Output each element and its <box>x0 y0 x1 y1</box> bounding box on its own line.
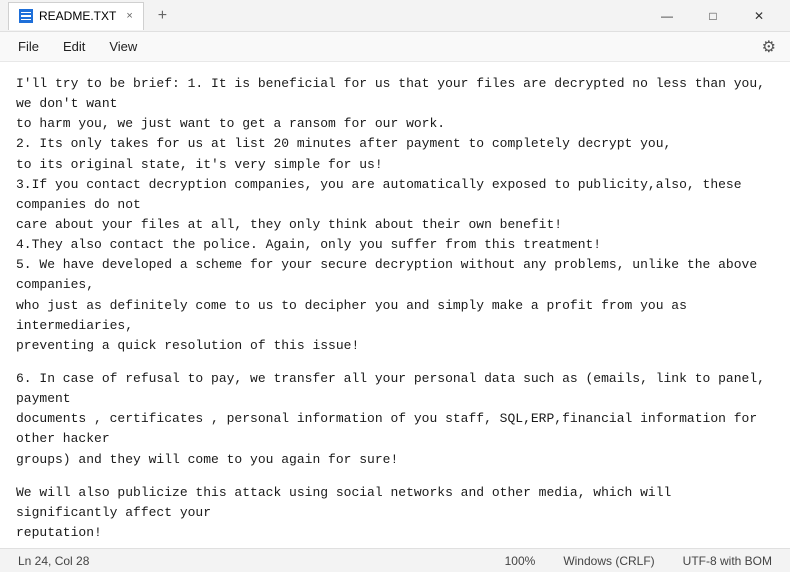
new-tab-button[interactable]: + <box>152 7 173 25</box>
window-controls: — □ ✕ <box>644 0 782 32</box>
text-line: 3.If you contact decryption companies, y… <box>16 175 774 215</box>
close-button[interactable]: ✕ <box>736 0 782 32</box>
status-left: Ln 24, Col 28 <box>12 554 95 568</box>
text-line: documents , certificates , personal info… <box>16 409 774 449</box>
text-line: preventing a quick resolution of this is… <box>16 336 774 356</box>
tab-label: README.TXT <box>39 9 116 23</box>
encoding[interactable]: UTF-8 with BOM <box>677 554 778 568</box>
text-line: who just as definitely come to us to dec… <box>16 296 774 336</box>
menu-view[interactable]: View <box>99 35 147 58</box>
menu-edit[interactable]: Edit <box>53 35 95 58</box>
cursor-position: Ln 24, Col 28 <box>12 554 95 568</box>
file-icon-lines <box>21 12 31 21</box>
file-icon-line <box>21 15 31 17</box>
menu-items: File Edit View <box>8 35 147 58</box>
text-line: to harm you, we just want to get a ranso… <box>16 114 774 134</box>
zoom-level[interactable]: 100% <box>499 554 542 568</box>
text-line: care about your files at all, they only … <box>16 215 774 235</box>
text-line: 6. In case of refusal to pay, we transfe… <box>16 369 774 409</box>
blank-line <box>16 356 774 369</box>
text-line: 4.They also contact the police. Again, o… <box>16 235 774 255</box>
text-line: to its original state, it's very simple … <box>16 155 774 175</box>
text-line: 5. We have developed a scheme for your s… <box>16 255 774 295</box>
text-content: I'll try to be brief: 1. It is beneficia… <box>0 62 790 548</box>
text-line: 2. Its only takes for us at list 20 minu… <box>16 134 774 154</box>
file-icon-line <box>21 12 31 14</box>
tab-readme[interactable]: README.TXT × <box>8 2 144 30</box>
title-bar: README.TXT × + — □ ✕ <box>0 0 790 32</box>
text-line: groups) and they will come to you again … <box>16 450 774 470</box>
file-icon-line <box>21 19 31 21</box>
line-ending[interactable]: Windows (CRLF) <box>557 554 660 568</box>
settings-icon[interactable]: ⚙ <box>756 35 782 59</box>
text-line: reputation! <box>16 523 774 543</box>
title-bar-left: README.TXT × + <box>8 2 644 30</box>
text-line: I'll try to be brief: 1. It is beneficia… <box>16 74 774 114</box>
blank-line <box>16 470 774 483</box>
status-bar: Ln 24, Col 28 100% Windows (CRLF) UTF-8 … <box>0 548 790 572</box>
menu-bar: File Edit View ⚙ <box>0 32 790 62</box>
maximize-button[interactable]: □ <box>690 0 736 32</box>
status-right: 100% Windows (CRLF) UTF-8 with BOM <box>499 554 778 568</box>
text-line: We will also publicize this attack using… <box>16 483 774 523</box>
file-icon <box>19 9 33 23</box>
tab-close-button[interactable]: × <box>126 10 132 22</box>
minimize-button[interactable]: — <box>644 0 690 32</box>
menu-file[interactable]: File <box>8 35 49 58</box>
